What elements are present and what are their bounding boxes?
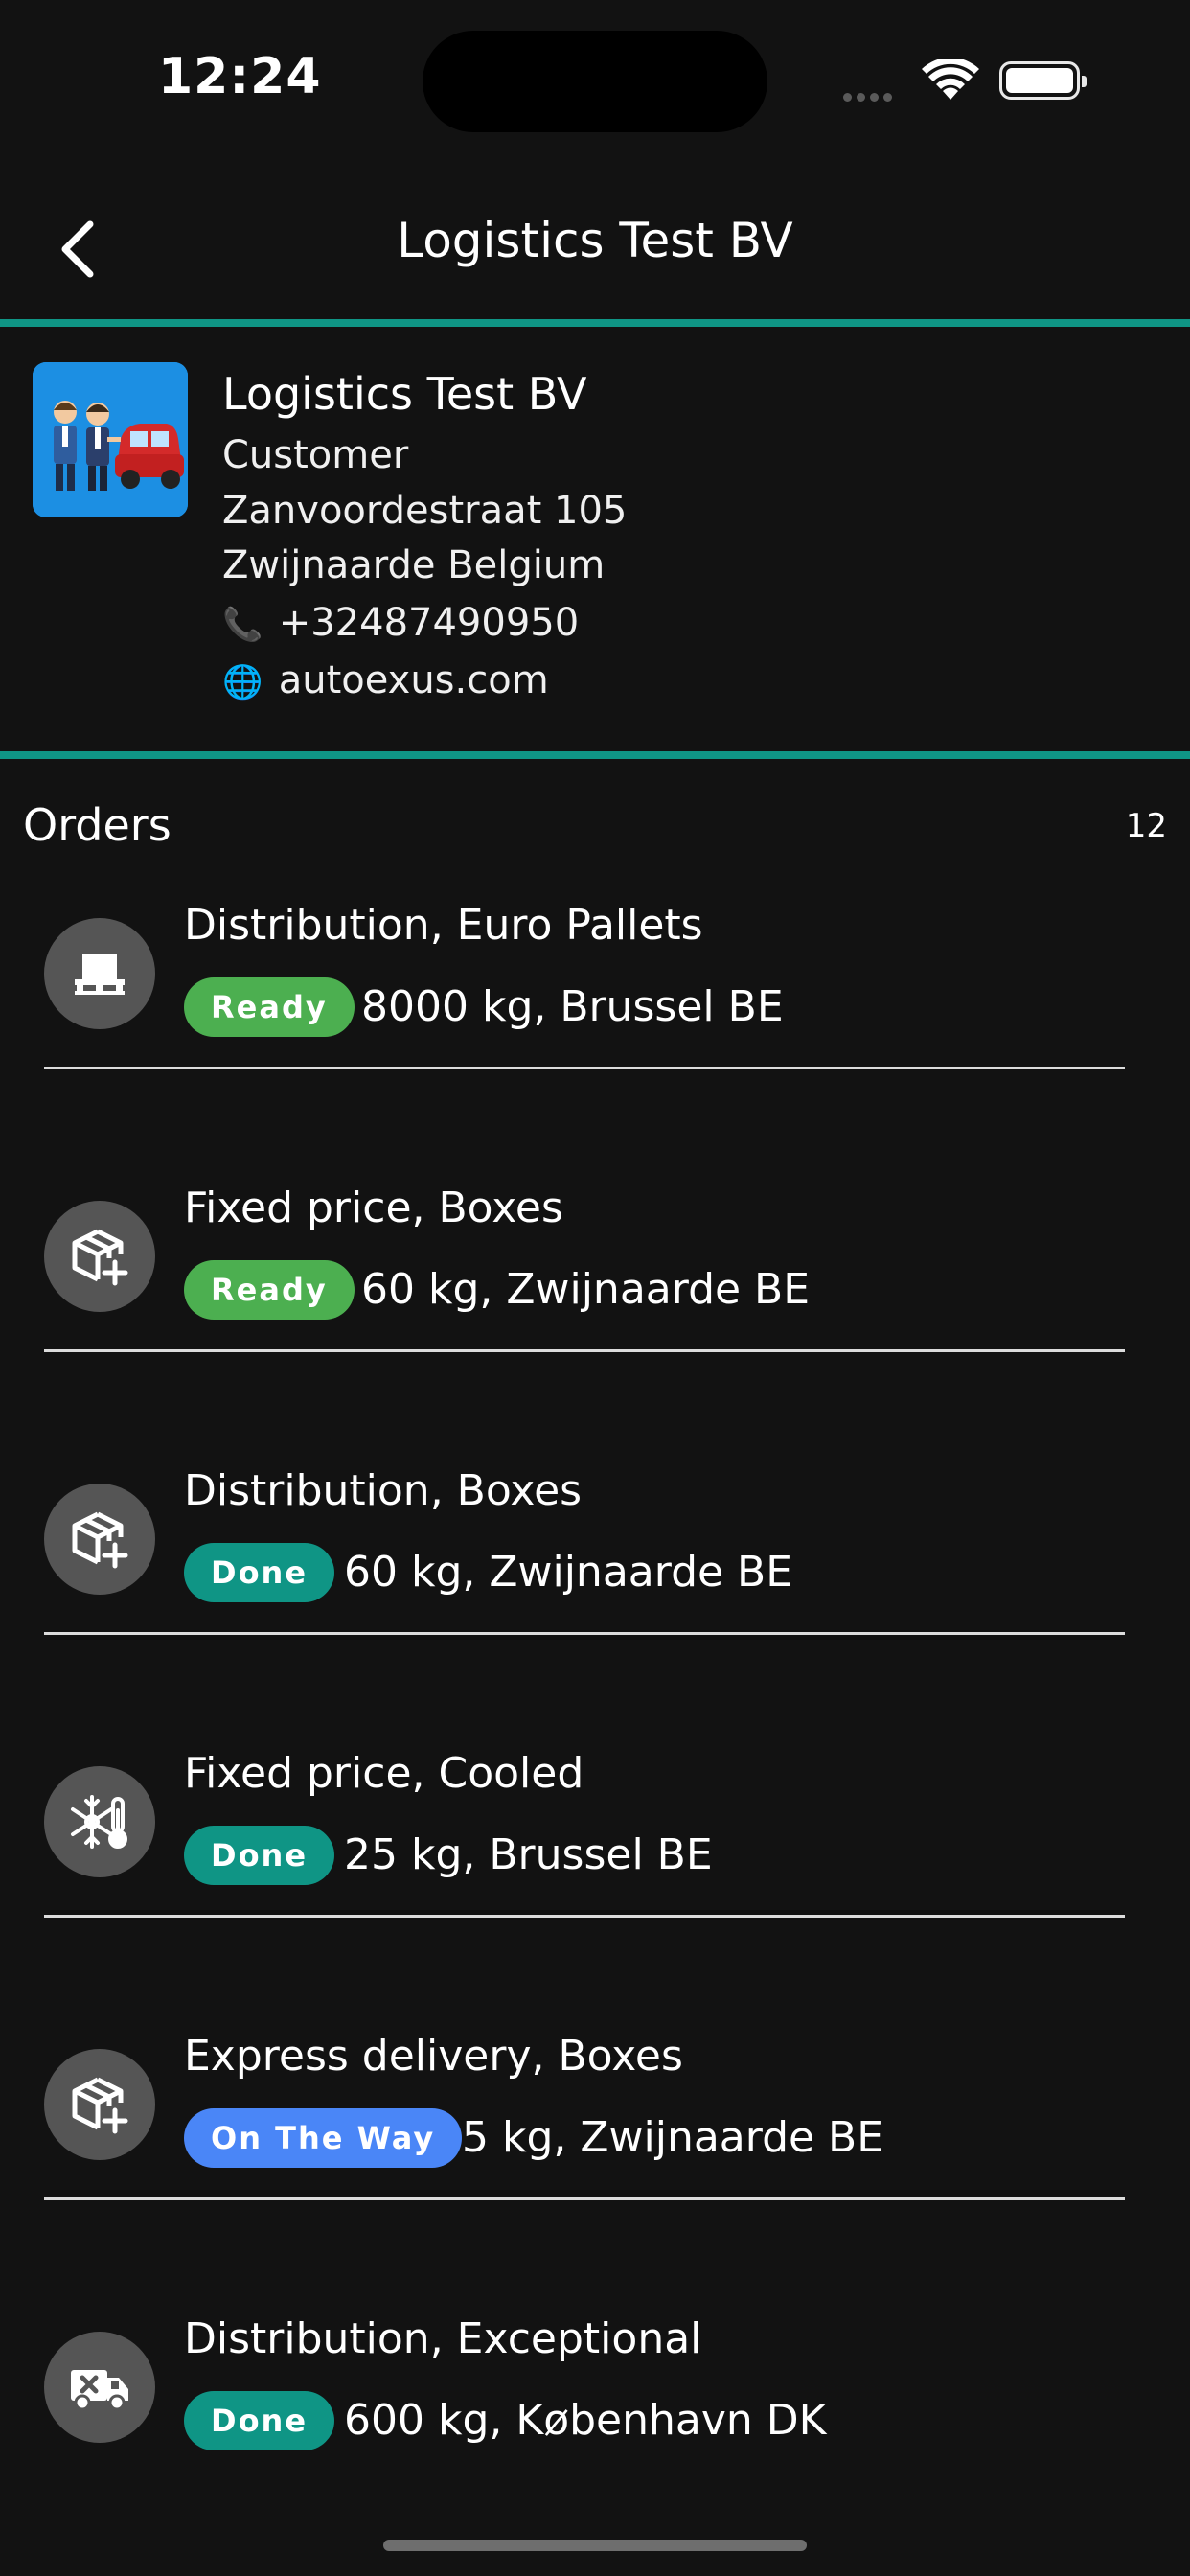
dynamic-island xyxy=(423,31,767,132)
wifi-icon xyxy=(922,57,979,105)
box-plus-icon xyxy=(44,1201,155,1312)
order-list-item[interactable]: Distribution, Euro Pallets Ready 8000 kg… xyxy=(44,882,1125,1070)
row-divider xyxy=(44,1349,1125,1352)
status-badge: Done xyxy=(184,2391,335,2450)
box-plus-icon xyxy=(44,2049,155,2160)
snowflake-thermometer-icon xyxy=(44,1766,155,1877)
truck-x-icon xyxy=(44,2332,155,2443)
pallet-icon xyxy=(44,918,155,1029)
row-divider xyxy=(44,2197,1125,2200)
order-detail: 8000 kg, Brussel BE xyxy=(361,982,784,1031)
status-badge: Ready xyxy=(184,978,355,1037)
battery-icon xyxy=(999,61,1087,100)
header-divider xyxy=(0,319,1190,327)
row-divider xyxy=(44,1067,1125,1070)
globe-icon: 🌐 xyxy=(222,663,263,702)
status-time: 12:24 xyxy=(158,48,322,105)
status-badge: Done xyxy=(184,1826,335,1885)
order-title: Fixed price, Cooled xyxy=(184,1749,584,1798)
order-detail: 60 kg, Zwijnaarde BE xyxy=(361,1265,811,1314)
status-badge: Done xyxy=(184,1543,335,1602)
order-title: Distribution, Boxes xyxy=(184,1466,583,1515)
orders-heading: Orders xyxy=(23,799,172,851)
order-title: Fixed price, Boxes xyxy=(184,1184,563,1232)
box-plus-icon xyxy=(44,1484,155,1595)
customer-phone-row[interactable]: 📞 +32487490950 xyxy=(222,601,579,645)
order-detail: 25 kg, Brussel BE xyxy=(344,1830,713,1879)
row-divider xyxy=(44,1915,1125,1918)
order-list-item[interactable]: Fixed price, Cooled Done 25 kg, Brussel … xyxy=(44,1730,1125,1918)
customer-website-row[interactable]: 🌐 autoexus.com xyxy=(222,658,549,702)
order-detail: 600 kg, København DK xyxy=(344,2396,827,2445)
order-title: Express delivery, Boxes xyxy=(184,2032,683,2081)
navigation-bar: Logistics Test BV xyxy=(0,182,1190,316)
customer-divider xyxy=(0,751,1190,759)
order-detail: 60 kg, Zwijnaarde BE xyxy=(344,1548,793,1597)
customer-street: Zanvoordestraat 105 xyxy=(222,489,628,533)
customer-avatar[interactable] xyxy=(33,362,188,518)
phone-icon: 📞 xyxy=(222,606,263,644)
order-list-item[interactable]: Fixed price, Boxes Ready 60 kg, Zwijnaar… xyxy=(44,1164,1125,1352)
order-title: Distribution, Euro Pallets xyxy=(184,901,703,950)
order-list-item[interactable]: Distribution, Boxes Done 60 kg, Zwijnaar… xyxy=(44,1447,1125,1635)
customer-website[interactable]: autoexus.com xyxy=(279,658,549,702)
status-badge: Ready xyxy=(184,1260,355,1320)
customer-name: Logistics Test BV xyxy=(222,368,587,420)
row-divider xyxy=(44,1632,1125,1635)
customer-card: Logistics Test BV Customer Zanvoordestra… xyxy=(0,328,1190,749)
customer-phone[interactable]: +32487490950 xyxy=(279,601,579,645)
customer-city: Zwijnaarde Belgium xyxy=(222,543,606,587)
order-title: Distribution, Exceptional xyxy=(184,2314,702,2363)
order-list-item[interactable]: Distribution, Exceptional Done 600 kg, K… xyxy=(44,2295,1125,2477)
home-indicator[interactable] xyxy=(383,2540,807,2551)
order-list-item[interactable]: Express delivery, Boxes On The Way 5 kg,… xyxy=(44,2012,1125,2200)
order-detail: 5 kg, Zwijnaarde BE xyxy=(462,2113,884,2162)
customer-type: Customer xyxy=(222,433,409,477)
orders-count: 12 xyxy=(1125,807,1167,845)
status-bar: 12:24 xyxy=(0,0,1190,163)
page-title: Logistics Test BV xyxy=(397,213,793,268)
status-badge: On The Way xyxy=(184,2108,463,2168)
cellular-signal-icon xyxy=(843,87,897,105)
